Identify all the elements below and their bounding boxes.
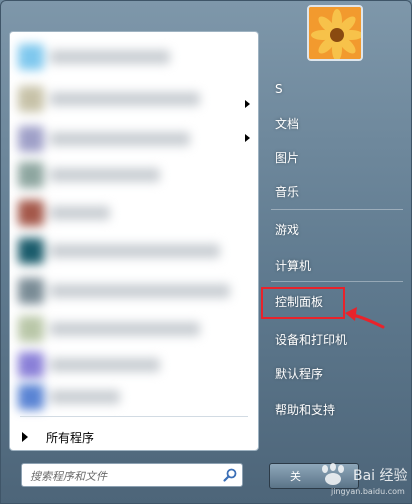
list-item[interactable] bbox=[14, 196, 252, 230]
list-item[interactable] bbox=[14, 348, 252, 382]
right-item-label: 帮助和支持 bbox=[275, 402, 336, 417]
all-programs-arrow-icon bbox=[22, 432, 28, 442]
right-item-label: 图片 bbox=[275, 150, 300, 165]
help-support-link[interactable]: 帮助和支持 bbox=[267, 395, 407, 423]
search-input[interactable] bbox=[28, 466, 212, 486]
submenu-arrow-icon[interactable] bbox=[245, 100, 250, 108]
right-item-label: 音乐 bbox=[275, 184, 300, 199]
search-field[interactable] bbox=[21, 463, 243, 487]
right-item-label: 默认程序 bbox=[275, 366, 324, 381]
divider bbox=[20, 416, 248, 417]
right-item-label: 计算机 bbox=[275, 258, 312, 273]
search-icon[interactable] bbox=[222, 467, 238, 483]
recent-programs-list bbox=[12, 36, 256, 410]
highlight-box bbox=[261, 287, 345, 319]
user-folder-link[interactable]: S bbox=[267, 75, 407, 103]
list-item[interactable] bbox=[14, 40, 252, 74]
list-item[interactable] bbox=[14, 312, 252, 346]
list-item[interactable] bbox=[14, 380, 252, 414]
default-programs-link[interactable]: 默认程序 bbox=[267, 359, 407, 387]
divider bbox=[271, 209, 403, 210]
red-arrow-icon bbox=[345, 307, 385, 329]
all-programs-button[interactable]: 所有程序 bbox=[16, 426, 252, 448]
watermark-subtext: jingyan.baidu.com bbox=[331, 487, 405, 496]
list-item[interactable] bbox=[14, 158, 252, 192]
list-item[interactable] bbox=[14, 234, 252, 268]
pictures-link[interactable]: 图片 bbox=[267, 143, 407, 171]
right-item-label: 设备和打印机 bbox=[275, 332, 348, 347]
user-avatar[interactable] bbox=[307, 5, 363, 61]
list-item[interactable] bbox=[14, 122, 252, 156]
all-programs-label: 所有程序 bbox=[46, 430, 95, 445]
list-item[interactable] bbox=[14, 274, 252, 308]
watermark-text: Bai 经验 bbox=[353, 468, 408, 484]
watermark: Bai 经验 jingyan.baidu.com bbox=[301, 459, 411, 499]
right-item-label: 游戏 bbox=[275, 222, 300, 237]
games-link[interactable]: 游戏 bbox=[267, 215, 407, 243]
shutdown-label: 关 bbox=[290, 470, 301, 483]
programs-pane: 所有程序 bbox=[9, 31, 259, 451]
divider bbox=[271, 281, 403, 282]
music-link[interactable]: 音乐 bbox=[267, 177, 407, 205]
submenu-arrow-icon[interactable] bbox=[245, 134, 250, 142]
start-menu: 所有程序 S 文档 图片 音乐 游戏 计算机 控制面板 设备和打印机 默认程序 … bbox=[0, 0, 412, 504]
right-item-label: S bbox=[275, 82, 283, 96]
list-item[interactable] bbox=[14, 82, 252, 116]
flower-image bbox=[309, 7, 361, 59]
right-item-label: 文档 bbox=[275, 116, 300, 131]
documents-link[interactable]: 文档 bbox=[267, 109, 407, 137]
computer-link[interactable]: 计算机 bbox=[267, 251, 407, 279]
